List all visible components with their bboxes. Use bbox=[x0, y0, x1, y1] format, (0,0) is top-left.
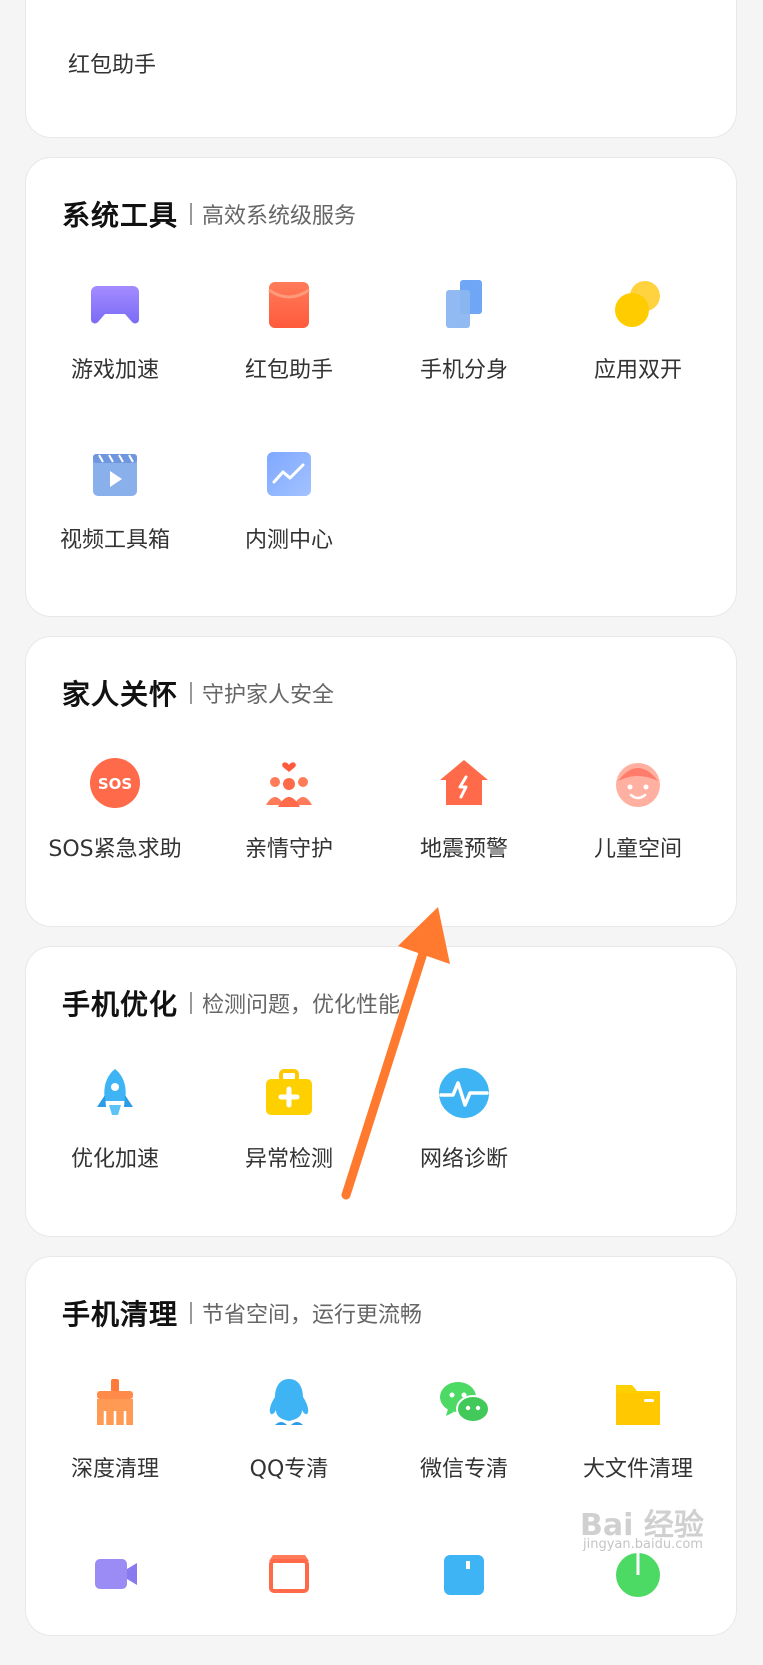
section-system-tools: 系统工具 高效系统级服务 游戏加速 红包助手 手机分身 应用双开 视频工具箱 内… bbox=[25, 157, 737, 617]
network-pulse-icon bbox=[439, 1068, 489, 1118]
tool-anomaly-detect[interactable]: 异常检测 bbox=[200, 1065, 378, 1185]
tool-red-envelope[interactable]: 红包助手 bbox=[200, 276, 378, 396]
tool-phone-clone[interactable]: 手机分身 bbox=[375, 276, 553, 396]
divider bbox=[190, 682, 193, 704]
dual-app-icon bbox=[615, 281, 660, 327]
tool-label: 优化加速 bbox=[70, 1147, 159, 1172]
tool-label: 应用双开 bbox=[593, 358, 682, 383]
section-title: 家人关怀 bbox=[62, 678, 179, 711]
tool-dual-app[interactable]: 应用双开 bbox=[549, 276, 727, 396]
tool-family-guard[interactable]: 亲情守护 bbox=[200, 755, 378, 875]
earthquake-warning-icon bbox=[440, 760, 488, 805]
section-header: 手机优化 检测问题，优化性能 bbox=[62, 983, 400, 1023]
box-icon bbox=[269, 1555, 309, 1593]
tool-qq-clean[interactable]: QQ专清 bbox=[200, 1375, 378, 1495]
tool-label: SOS紧急求助 bbox=[48, 837, 182, 862]
tool-label: 微信专清 bbox=[419, 1457, 508, 1482]
section-subtitle: 守护家人安全 bbox=[202, 683, 335, 708]
tool-partial[interactable] bbox=[549, 1545, 727, 1665]
tool-earthquake-warning[interactable]: 地震预警 bbox=[375, 755, 553, 875]
tool-label: 儿童空间 bbox=[593, 837, 682, 862]
qq-penguin-icon bbox=[269, 1379, 309, 1425]
tool-optimize-boost[interactable]: 优化加速 bbox=[26, 1065, 204, 1185]
section-family-care: 家人关怀 守护家人安全 SOS SOS紧急求助 亲情守护 地震预警 儿童空间 bbox=[25, 636, 737, 927]
tool-kids-space[interactable]: 儿童空间 bbox=[549, 755, 727, 875]
tool-partial[interactable] bbox=[375, 1545, 553, 1665]
divider bbox=[190, 203, 193, 225]
tool-label: QQ专清 bbox=[249, 1457, 329, 1482]
tool-partial[interactable] bbox=[200, 1545, 378, 1665]
section-phone-clean: 手机清理 节省空间，运行更流畅 深度清理 QQ专清 微信专清 大文件清理 bbox=[25, 1256, 737, 1636]
tool-label: 网络诊断 bbox=[419, 1147, 508, 1172]
divider bbox=[190, 1302, 193, 1324]
family-guard-icon bbox=[266, 762, 312, 807]
section-header: 系统工具 高效系统级服务 bbox=[62, 194, 356, 234]
tool-label: 手机分身 bbox=[419, 358, 508, 383]
tool-partial[interactable] bbox=[26, 1545, 204, 1665]
pie-chart-icon bbox=[616, 1553, 660, 1597]
partial-item-label[interactable]: 红包助手 bbox=[68, 47, 156, 79]
tool-large-file-clean[interactable]: 大文件清理 bbox=[549, 1375, 727, 1495]
watermark-url: jingyan.baidu.com bbox=[583, 1537, 703, 1552]
tool-label: 亲情守护 bbox=[244, 837, 333, 862]
section-subtitle: 检测问题，优化性能 bbox=[202, 993, 401, 1018]
rocket-icon bbox=[97, 1069, 133, 1115]
tool-label: 地震预警 bbox=[419, 837, 508, 862]
app-grid-icon bbox=[444, 1555, 484, 1595]
tool-video-toolbox[interactable]: 视频工具箱 bbox=[26, 446, 204, 566]
tool-label: 大文件清理 bbox=[582, 1457, 693, 1482]
tool-beta-center[interactable]: 内测中心 bbox=[200, 446, 378, 566]
video-camera-icon bbox=[95, 1559, 137, 1589]
tool-label: 异常检测 bbox=[244, 1147, 333, 1172]
red-envelope-icon bbox=[268, 282, 310, 328]
tool-label: 红包助手 bbox=[244, 358, 333, 383]
beta-center-icon bbox=[267, 452, 311, 496]
phone-clone-icon bbox=[446, 280, 482, 328]
section-subtitle: 节省空间，运行更流畅 bbox=[202, 1303, 423, 1328]
tool-game-boost[interactable]: 游戏加速 bbox=[26, 276, 204, 396]
divider bbox=[190, 992, 193, 1014]
tool-network-diagnosis[interactable]: 网络诊断 bbox=[375, 1065, 553, 1185]
sos-icon: SOS bbox=[90, 758, 140, 808]
top-partial-card: 红包助手 bbox=[25, 0, 737, 138]
section-subtitle: 高效系统级服务 bbox=[202, 204, 357, 229]
tool-label: 内测中心 bbox=[244, 528, 333, 553]
sos-icon-text: SOS bbox=[98, 775, 132, 793]
section-header: 家人关怀 守护家人安全 bbox=[62, 673, 334, 713]
first-aid-kit-icon bbox=[266, 1069, 312, 1115]
tool-label: 视频工具箱 bbox=[59, 528, 170, 553]
tool-label: 深度清理 bbox=[70, 1457, 159, 1482]
kids-space-icon bbox=[616, 763, 660, 807]
section-title: 系统工具 bbox=[62, 199, 179, 232]
section-title: 手机清理 bbox=[62, 1298, 179, 1331]
tool-wechat-clean[interactable]: 微信专清 bbox=[375, 1375, 553, 1495]
wechat-icon bbox=[440, 1382, 490, 1423]
section-header: 手机清理 节省空间，运行更流畅 bbox=[62, 1293, 422, 1333]
tool-deep-clean[interactable]: 深度清理 bbox=[26, 1375, 204, 1495]
folder-icon bbox=[616, 1385, 660, 1425]
broom-icon bbox=[97, 1379, 133, 1425]
section-title: 手机优化 bbox=[62, 988, 179, 1021]
gamepad-icon bbox=[91, 286, 139, 324]
tool-sos[interactable]: SOS SOS紧急求助 bbox=[26, 755, 204, 875]
tool-label: 游戏加速 bbox=[70, 358, 159, 383]
video-toolbox-icon bbox=[93, 454, 137, 496]
section-phone-optimize: 手机优化 检测问题，优化性能 优化加速 异常检测 网络诊断 bbox=[25, 946, 737, 1237]
